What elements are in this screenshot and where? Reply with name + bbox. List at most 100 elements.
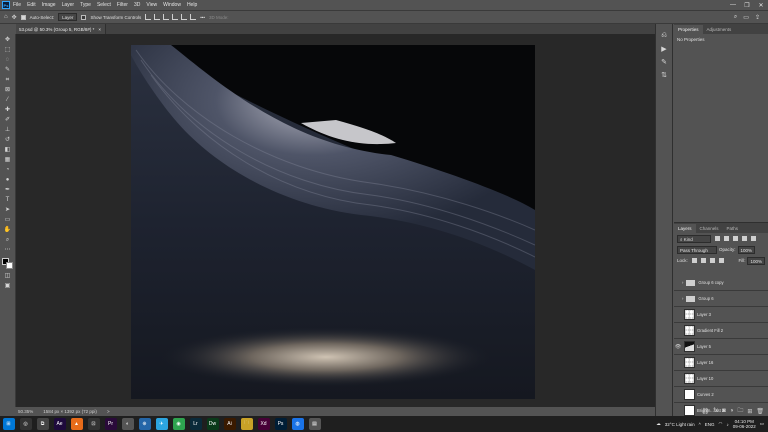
layer-row[interactable]: Curves 2 [674, 387, 768, 403]
filter-pixel-icon[interactable] [715, 236, 720, 241]
menu-help[interactable]: Help [184, 0, 200, 10]
new-group-icon[interactable]: 🗀 [737, 406, 743, 416]
menu-filter[interactable]: Filter [114, 0, 131, 10]
more-tools-icon[interactable]: ⋯ [3, 246, 13, 254]
screen-mode-icon[interactable]: ▣ [3, 282, 13, 290]
minimize-button[interactable]: — [726, 2, 740, 9]
layer-row[interactable]: Gradient Fill 2 [674, 323, 768, 339]
adjust-sliders-icon[interactable]: ⇅ [661, 71, 667, 79]
layer-row[interactable]: Layer 3 [674, 307, 768, 323]
layer-row[interactable]: Layer 16 [674, 355, 768, 371]
auto-select-target-dropdown[interactable]: Layer [58, 13, 78, 21]
color-swatches[interactable] [1, 258, 14, 270]
filter-smart-icon[interactable] [751, 236, 756, 241]
new-adjustment-icon[interactable]: ◑ [730, 408, 734, 414]
weather-text[interactable]: 32°C Light rain [665, 422, 695, 427]
taskbar-app-icon[interactable]: ◐ [121, 418, 134, 430]
eyedropper-tool-icon[interactable]: ⁄ [3, 96, 13, 104]
opacity-input[interactable]: 100% [737, 245, 756, 254]
align-left-icon[interactable] [145, 14, 152, 20]
restore-button[interactable]: ❐ [740, 2, 754, 9]
taskbar-app-icon[interactable]: ⊕ [138, 418, 151, 430]
move-tool-icon[interactable]: ✥ [3, 36, 13, 44]
shape-tool-icon[interactable]: ▭ [3, 216, 13, 224]
document-tab[interactable]: 53.psd @ 50.3% (Group 5, RGB/8#) * × [16, 24, 106, 34]
link-layers-icon[interactable]: ⛓ [702, 408, 710, 415]
taskbar-app-icon[interactable]: Ae [53, 418, 66, 430]
path-select-tool-icon[interactable]: ➤ [3, 206, 13, 214]
auto-select-checkbox[interactable] [20, 14, 26, 20]
history-icon[interactable]: ⎌ [661, 32, 667, 40]
group-chevron-icon[interactable]: › [682, 280, 683, 285]
layer-style-icon[interactable]: fx [713, 408, 718, 414]
taskbar-app-icon[interactable]: Ps [274, 418, 287, 430]
hand-tool-icon[interactable]: ✋ [3, 226, 13, 234]
taskbar-app-icon[interactable]: ◉ [172, 418, 185, 430]
marquee-tool-icon[interactable]: ⬚ [3, 46, 13, 54]
history-brush-tool-icon[interactable]: ↺ [3, 136, 13, 144]
show-transform-checkbox[interactable] [81, 14, 87, 20]
taskbar-app-icon[interactable]: ⧉ [36, 418, 49, 430]
healing-brush-tool-icon[interactable]: ✚ [3, 106, 13, 114]
menu-file[interactable]: File [10, 0, 24, 10]
layer-row[interactable]: Layer 10 [674, 371, 768, 387]
zoom-level[interactable]: 50.35% [18, 409, 33, 414]
dodge-tool-icon[interactable]: ● [3, 176, 13, 184]
pen-tool-icon[interactable]: ✒ [3, 186, 13, 194]
delete-layer-icon[interactable]: 🗑 [756, 408, 764, 415]
share-icon[interactable]: ⇪ [755, 14, 760, 21]
type-tool-icon[interactable]: T [3, 196, 13, 204]
menu-image[interactable]: Image [39, 0, 59, 10]
taskbar-app-icon[interactable]: Pr [104, 418, 117, 430]
taskbar-app-icon[interactable]: ✈ [155, 418, 168, 430]
layer-row[interactable]: 👁 Layer 5 [674, 339, 768, 355]
taskbar-app-icon[interactable]: 🗀 [240, 418, 253, 430]
align-middle-icon[interactable] [181, 14, 188, 20]
lock-all-icon[interactable] [718, 258, 724, 263]
lock-transparent-icon[interactable] [691, 258, 697, 263]
quick-select-tool-icon[interactable]: ✎ [3, 66, 13, 74]
taskbar-app-icon[interactable]: ◎ [19, 418, 32, 430]
align-bottom-icon[interactable] [190, 14, 197, 20]
home-icon[interactable]: ⌂ [4, 14, 8, 20]
quick-mask-icon[interactable]: ◫ [3, 272, 13, 280]
layer-filter-kind[interactable]: ⌕ Kind [677, 234, 711, 243]
crop-tool-icon[interactable]: ⌗ [3, 76, 13, 84]
layer-row[interactable]: › Group 6 [674, 291, 768, 307]
filter-shape-icon[interactable] [742, 236, 747, 241]
brush-tool-icon[interactable]: ✐ [3, 116, 13, 124]
gradient-tool-icon[interactable]: ▦ [3, 156, 13, 164]
canvas-area[interactable] [16, 34, 655, 407]
taskbar-app-icon[interactable]: ▲ [70, 418, 83, 430]
align-center-icon[interactable] [154, 14, 161, 20]
lock-position-icon[interactable] [709, 258, 715, 263]
taskbar-app-icon[interactable]: Dw [206, 418, 219, 430]
menu-select[interactable]: Select [94, 0, 114, 10]
stamp-tool-icon[interactable]: ⊥ [3, 126, 13, 134]
tab-channels[interactable]: Channels [696, 224, 723, 233]
taskbar-app-icon[interactable]: Ai [223, 418, 236, 430]
menu-edit[interactable]: Edit [24, 0, 39, 10]
align-right-icon[interactable] [163, 14, 170, 20]
zoom-tool-icon[interactable]: ⌕ [3, 236, 13, 244]
menu-type[interactable]: Type [77, 0, 94, 10]
layer-row[interactable]: › Group 6 copy [674, 275, 768, 291]
status-menu-arrow[interactable]: > [107, 409, 110, 414]
move-tool-icon[interactable]: ✥ [12, 14, 17, 21]
volume-icon[interactable]: ♪ [726, 422, 728, 427]
new-layer-icon[interactable]: ⊞ [747, 408, 752, 415]
fill-input[interactable]: 100% [747, 256, 765, 265]
tab-layers[interactable]: Layers [674, 224, 696, 233]
notification-icon[interactable]: ▭ [760, 421, 764, 427]
blend-mode-dropdown[interactable]: Pass Through [677, 245, 717, 254]
group-chevron-icon[interactable]: › [682, 296, 683, 301]
menu-view[interactable]: View [143, 0, 160, 10]
filter-adjust-icon[interactable] [724, 236, 729, 241]
lasso-tool-icon[interactable]: ◌ [3, 56, 13, 64]
lock-image-icon[interactable] [700, 258, 706, 263]
taskbar-app-icon[interactable]: ⊞ [2, 418, 15, 430]
tray-chevron-icon[interactable]: ^ [699, 422, 701, 427]
visibility-eye-icon[interactable]: 👁 [674, 344, 682, 350]
menu-layer[interactable]: Layer [59, 0, 78, 10]
background-color[interactable] [5, 262, 13, 269]
